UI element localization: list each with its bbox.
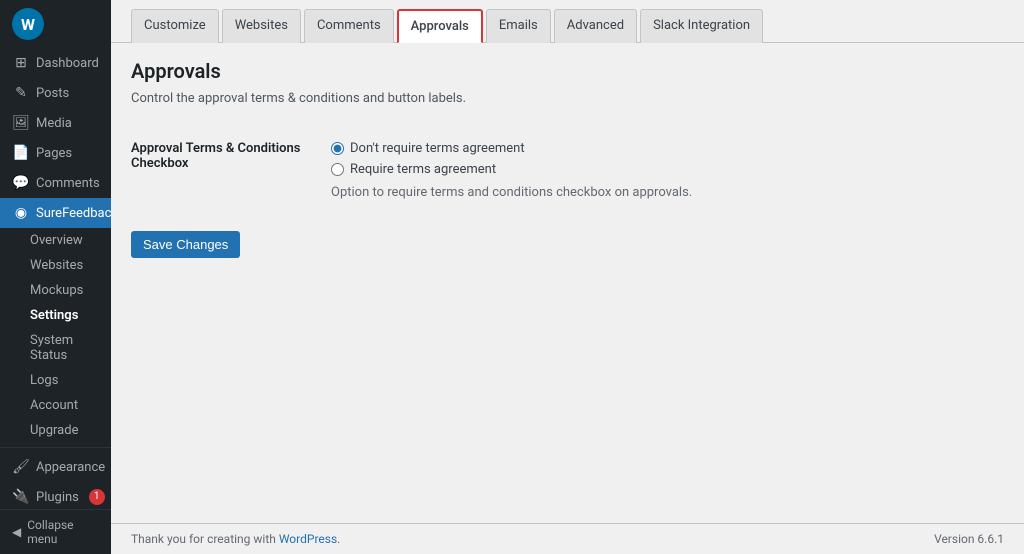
collapse-menu-button[interactable]: ◀ Collapse menu	[0, 509, 111, 554]
tabs-bar: Customize Websites Comments Approvals Em…	[111, 0, 1024, 43]
collapse-icon: ◀	[12, 525, 21, 539]
sidebar-item-label: Dashboard	[36, 56, 99, 71]
sidebar-item-appearance[interactable]: 🖌 Appearance	[0, 452, 111, 482]
sidebar-item-label: Comments	[36, 176, 100, 191]
tab-customize[interactable]: Customize	[131, 9, 219, 43]
dashboard-icon: ⊞	[12, 55, 30, 71]
subnav-item-mockups[interactable]: Mockups	[0, 278, 111, 303]
plugins-badge: 1	[89, 489, 105, 505]
section-divider	[0, 447, 111, 448]
wordpress-link[interactable]: WordPress	[279, 532, 337, 546]
field-label: Approval Terms & Conditions Checkbox	[131, 126, 331, 215]
radio-require-input[interactable]	[331, 163, 344, 176]
sidebar-item-comments[interactable]: 💬 Comments	[0, 168, 111, 198]
sidebar-item-plugins[interactable]: 🔌 Plugins 1	[0, 482, 111, 509]
table-row: Approval Terms & Conditions Checkbox Don…	[131, 126, 1004, 215]
sidebar-item-pages[interactable]: 📄 Pages	[0, 138, 111, 168]
sidebar-item-label: Appearance	[36, 460, 105, 475]
sidebar-item-label: Posts	[36, 86, 69, 101]
sidebar-item-label: Pages	[36, 146, 72, 161]
media-icon: 🖼	[12, 115, 30, 131]
comments-icon: 💬	[12, 175, 30, 191]
posts-icon: ✎	[12, 85, 30, 101]
tab-comments[interactable]: Comments	[304, 9, 394, 43]
appearance-icon: 🖌	[12, 459, 30, 475]
version-text: Version 6.6.1	[934, 532, 1004, 546]
page-description: Control the approval terms & conditions …	[131, 91, 1004, 106]
subnav-item-websites[interactable]: Websites	[0, 253, 111, 278]
surefeedback-icon: ◉	[12, 205, 30, 221]
tab-slack-integration[interactable]: Slack Integration	[640, 9, 763, 43]
subnav-item-overview[interactable]: Overview	[0, 228, 111, 253]
help-text: Option to require terms and conditions c…	[331, 185, 1004, 200]
subnav-item-upgrade[interactable]: Upgrade	[0, 418, 111, 443]
tab-approvals[interactable]: Approvals	[397, 9, 483, 43]
sidebar-item-label: Plugins	[36, 490, 79, 505]
wordpress-logo-icon: W	[12, 8, 44, 40]
sidebar-logo: W	[0, 0, 111, 48]
subnav: Overview Websites Mockups Settings Syste…	[0, 228, 111, 443]
sidebar-item-label: SureFeedback	[36, 206, 111, 221]
field-value: Don't require terms agreement Require te…	[331, 126, 1004, 215]
tab-advanced[interactable]: Advanced	[554, 9, 637, 43]
settings-form-table: Approval Terms & Conditions Checkbox Don…	[131, 126, 1004, 215]
collapse-label: Collapse menu	[27, 518, 99, 546]
sidebar-item-label: Media	[36, 116, 72, 131]
subnav-item-system-status[interactable]: System Status	[0, 328, 111, 368]
sidebar-item-surefeedback[interactable]: ◉ SureFeedback	[0, 198, 111, 228]
main-content: Customize Websites Comments Approvals Em…	[111, 0, 1024, 554]
plugins-icon: 🔌	[12, 489, 30, 505]
nav-items: ⊞ Dashboard ✎ Posts 🖼 Media 📄 Pages 💬 Co…	[0, 48, 111, 509]
sidebar-item-posts[interactable]: ✎ Posts	[0, 78, 111, 108]
tab-websites[interactable]: Websites	[222, 9, 301, 43]
tab-emails[interactable]: Emails	[486, 9, 551, 43]
content-area: Approvals Control the approval terms & c…	[111, 43, 1024, 523]
subnav-item-logs[interactable]: Logs	[0, 368, 111, 393]
radio-require[interactable]: Require terms agreement	[331, 162, 1004, 177]
sidebar-item-dashboard[interactable]: ⊞ Dashboard	[0, 48, 111, 78]
subnav-item-account[interactable]: Account	[0, 393, 111, 418]
radio-group: Don't require terms agreement Require te…	[331, 141, 1004, 177]
radio-no-require-input[interactable]	[331, 142, 344, 155]
footer-text: Thank you for creating with WordPress.	[131, 532, 340, 546]
pages-icon: 📄	[12, 145, 30, 161]
sidebar: W ⊞ Dashboard ✎ Posts 🖼 Media 📄 Pages 💬 …	[0, 0, 111, 554]
page-title: Approvals	[131, 59, 1004, 83]
save-changes-button[interactable]: Save Changes	[131, 231, 240, 258]
radio-no-require[interactable]: Don't require terms agreement	[331, 141, 1004, 156]
footer: Thank you for creating with WordPress. V…	[111, 523, 1024, 554]
sidebar-item-media[interactable]: 🖼 Media	[0, 108, 111, 138]
subnav-item-settings[interactable]: Settings	[0, 303, 111, 328]
